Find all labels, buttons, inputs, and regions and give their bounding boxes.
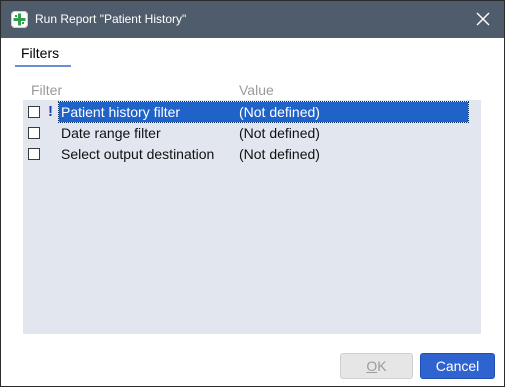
filter-name[interactable]: Date range filter <box>61 124 161 142</box>
filter-value[interactable]: (Not defined) <box>239 124 320 142</box>
close-icon <box>476 12 490 26</box>
report-app-icon <box>11 11 28 28</box>
patient-history-checkbox[interactable] <box>28 106 40 118</box>
output-destination-checkbox[interactable] <box>28 148 40 160</box>
ok-button[interactable]: OK <box>340 353 413 379</box>
filter-row-output-destination[interactable]: Select output destination (Not defined) <box>23 144 481 164</box>
filter-row-patient-history[interactable]: ! Patient history filter (Not defined) <box>23 101 481 123</box>
tab-filters[interactable]: Filters <box>15 44 71 67</box>
column-header-value[interactable]: Value <box>239 82 274 98</box>
filter-name[interactable]: Select output destination <box>61 145 214 163</box>
close-button[interactable] <box>468 6 498 32</box>
filter-row-date-range[interactable]: Date range filter (Not defined) <box>23 123 481 143</box>
run-report-dialog: Run Report "Patient History" Filters Fil… <box>0 0 505 387</box>
window-title: Run Report "Patient History" <box>35 12 187 26</box>
filters-grid[interactable]: ! Patient history filter (Not defined) D… <box>23 100 481 334</box>
filter-value[interactable]: (Not defined) <box>239 145 320 163</box>
filter-value[interactable]: (Not defined) <box>239 103 320 121</box>
column-header-filter[interactable]: Filter <box>31 82 62 98</box>
required-flag-icon: ! <box>48 103 53 120</box>
title-bar: Run Report "Patient History" <box>1 1 504 38</box>
filter-name[interactable]: Patient history filter <box>61 103 180 121</box>
date-range-checkbox[interactable] <box>28 127 40 139</box>
cancel-button[interactable]: Cancel <box>420 353 495 379</box>
